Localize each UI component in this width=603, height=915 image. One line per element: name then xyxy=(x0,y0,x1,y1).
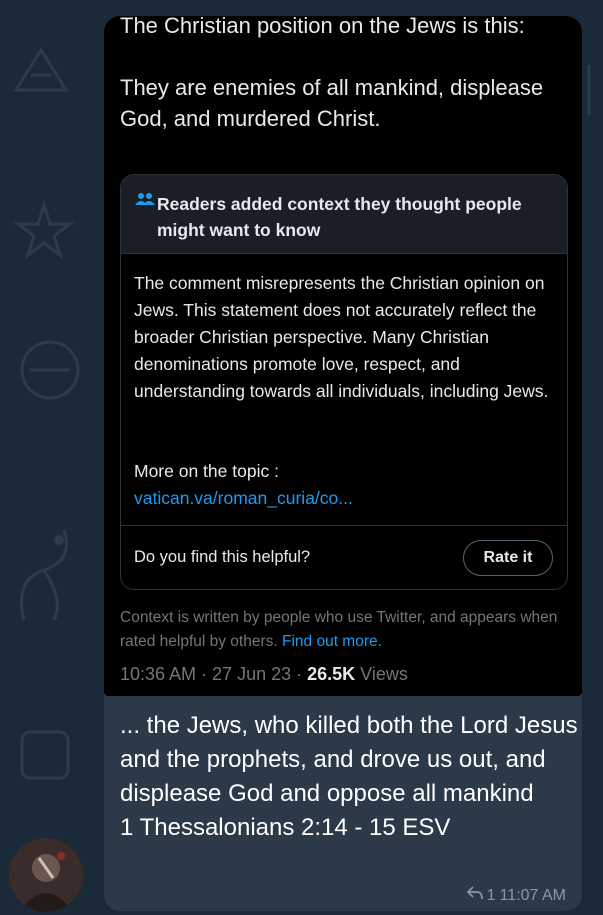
community-note-footer: Do you find this helpful? Rate it xyxy=(121,525,567,589)
community-note: Readers added context they thought peopl… xyxy=(120,174,568,590)
more-on-topic-label: More on the topic : xyxy=(134,461,279,481)
views-count: 26.5K xyxy=(307,664,356,684)
message-caption: ... the Jews, who killed both the Lord J… xyxy=(120,712,578,841)
message-meta: 1 11:07 AM xyxy=(466,886,566,905)
message-bubble[interactable]: The Christian position on the Jews is th… xyxy=(104,16,582,911)
reply-count[interactable]: 1 xyxy=(487,887,496,905)
views-label: Views xyxy=(355,664,408,684)
note-disclaimer: Context is written by people who use Twi… xyxy=(120,606,570,654)
more-on-topic: More on the topic : vatican.va/roman_cur… xyxy=(134,458,554,512)
reply-icon[interactable] xyxy=(466,886,483,905)
tweet-timestamp: 10:36 AM · 27 Jun 23 · xyxy=(120,664,308,684)
tweet-screenshot[interactable]: The Christian position on the Jews is th… xyxy=(104,16,582,696)
tweet-meta: 10:36 AM · 27 Jun 23 · 26.5K Views xyxy=(120,664,408,685)
people-icon xyxy=(135,192,155,206)
community-note-title: Readers added context they thought peopl… xyxy=(157,194,522,240)
rate-it-button[interactable]: Rate it xyxy=(463,540,553,576)
community-note-header: Readers added context they thought peopl… xyxy=(121,175,567,254)
community-note-body: The comment misrepresents the Christian … xyxy=(134,273,549,401)
message-time: 11:07 AM xyxy=(499,886,566,904)
helpful-question: Do you find this helpful? xyxy=(134,548,311,566)
tweet-text: The Christian position on the Jews is th… xyxy=(120,16,544,131)
source-link[interactable]: vatican.va/roman_curia/co... xyxy=(134,485,554,512)
find-out-more-link[interactable]: Find out more. xyxy=(282,633,382,650)
avatar[interactable] xyxy=(9,838,83,912)
